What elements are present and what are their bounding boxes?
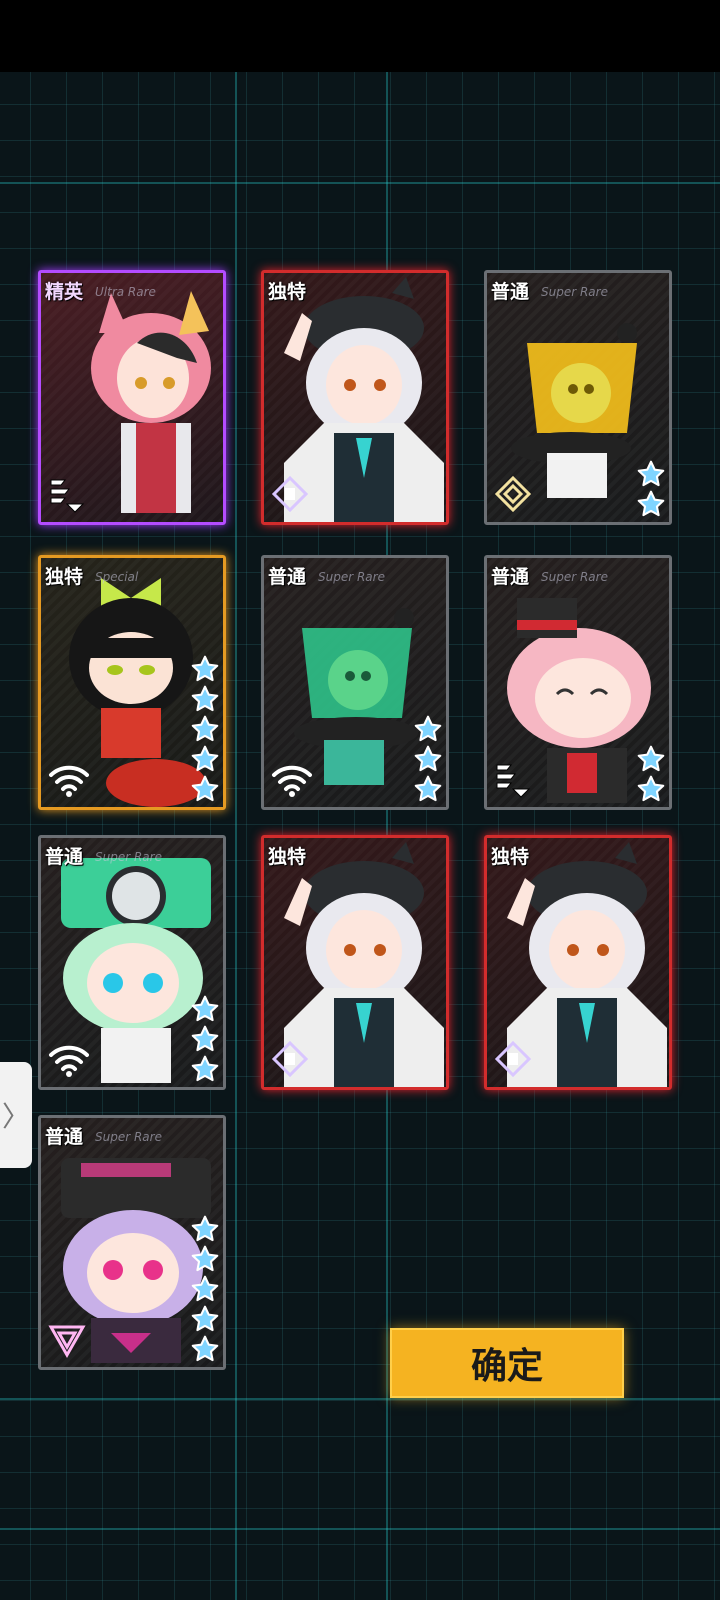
star-rating — [191, 655, 219, 803]
character-card[interactable]: 普通 Super Rare — [484, 270, 672, 525]
tier-label: 独特 — [268, 281, 307, 303]
star-icon — [191, 655, 219, 683]
rarity-text: Super Rare — [541, 285, 608, 299]
side-drawer-handle[interactable]: 〉 — [0, 1062, 32, 1168]
diamond-class-icon — [270, 474, 310, 514]
star-icon — [191, 1055, 219, 1083]
character-card[interactable]: 普通 Super Rare — [484, 555, 672, 810]
rarity-text: Super Rare — [95, 1130, 162, 1144]
star-rating — [637, 745, 665, 803]
star-rating — [191, 995, 219, 1083]
character-card[interactable]: 精英 Ultra Rare — [38, 270, 226, 525]
character-card[interactable]: 普通 Super Rare — [261, 555, 449, 810]
star-rating — [191, 1215, 219, 1363]
star-icon — [637, 460, 665, 488]
star-icon — [191, 1275, 219, 1303]
character-card[interactable]: 独特 — [261, 270, 449, 525]
wifi-class-icon — [270, 759, 312, 799]
rarity-text: Super Rare — [95, 850, 162, 864]
wifi-class-icon — [47, 1039, 89, 1079]
tier-label: 独特 — [45, 566, 84, 588]
blade-class-icon — [493, 759, 533, 799]
star-icon — [637, 745, 665, 773]
star-rating — [414, 715, 442, 803]
star-icon — [191, 745, 219, 773]
status-bar — [0, 0, 720, 72]
character-card[interactable]: 独特 — [261, 835, 449, 1090]
star-icon — [414, 745, 442, 773]
confirm-button[interactable]: 确定 — [390, 1328, 624, 1398]
character-card[interactable]: 普通 Super Rare — [38, 1115, 226, 1370]
tier-label: 普通 — [268, 566, 307, 588]
rarity-text: Super Rare — [541, 570, 608, 584]
star-icon — [637, 775, 665, 803]
star-icon — [191, 1335, 219, 1363]
character-card[interactable]: 普通 Super Rare — [38, 835, 226, 1090]
star-rating — [637, 460, 665, 518]
tier-label: 普通 — [45, 1126, 84, 1148]
grid-line — [0, 1528, 720, 1530]
star-icon — [191, 1215, 219, 1243]
star-icon — [637, 490, 665, 518]
star-icon — [191, 775, 219, 803]
character-card[interactable]: 独特 Special — [38, 555, 226, 810]
star-icon — [191, 1245, 219, 1273]
tier-label: 普通 — [491, 566, 530, 588]
star-icon — [191, 1025, 219, 1053]
tier-label: 精英 — [45, 281, 84, 303]
rarity-text: Ultra Rare — [95, 285, 156, 299]
rarity-text: Special — [95, 570, 139, 584]
star-icon — [191, 1305, 219, 1333]
triangle-class-icon — [47, 1319, 87, 1359]
diamond-class-icon — [493, 1039, 533, 1079]
diamond-class-icon — [270, 1039, 310, 1079]
star-icon — [414, 715, 442, 743]
tier-label: 普通 — [491, 281, 530, 303]
tier-label: 独特 — [491, 846, 530, 868]
rarity-text: Super Rare — [318, 570, 385, 584]
tier-label: 普通 — [45, 846, 84, 868]
grid-line — [235, 72, 237, 1600]
diamond-ring-class-icon — [493, 474, 533, 514]
star-icon — [414, 775, 442, 803]
blade-class-icon — [47, 474, 87, 514]
wifi-class-icon — [47, 759, 89, 799]
star-icon — [191, 685, 219, 713]
tier-label: 独特 — [268, 846, 307, 868]
grid-line — [0, 1398, 720, 1400]
grid-line — [0, 182, 720, 184]
star-icon — [191, 995, 219, 1023]
character-card[interactable]: 独特 — [484, 835, 672, 1090]
star-icon — [191, 715, 219, 743]
